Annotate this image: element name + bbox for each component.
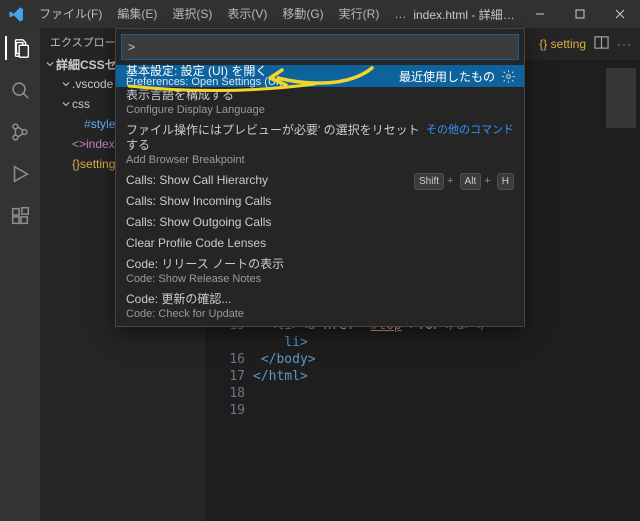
- recent-label: 最近使用したもの: [399, 68, 495, 85]
- run-debug-icon[interactable]: [8, 162, 32, 186]
- menu-run[interactable]: 実行(R): [332, 0, 387, 28]
- tab-setting-label[interactable]: {} setting: [539, 37, 586, 51]
- command-input[interactable]: [128, 35, 512, 59]
- gear-icon[interactable]: [501, 69, 516, 84]
- palette-item[interactable]: Calls: Show Incoming Calls: [116, 193, 524, 214]
- menu-edit[interactable]: 編集(E): [110, 0, 164, 28]
- activity-bar: [0, 28, 40, 521]
- explorer-icon[interactable]: [5, 36, 33, 60]
- tab-more-icon[interactable]: ···: [617, 37, 632, 51]
- menu-file[interactable]: ファイル(F): [32, 0, 109, 28]
- palette-item[interactable]: Code: リリース ノートの表示Code: Show Release Note…: [116, 256, 524, 291]
- vscode-logo-icon: [6, 4, 26, 24]
- palette-item[interactable]: 表示言語を構成するConfigure Display Language: [116, 87, 524, 122]
- palette-item[interactable]: Clear Profile Code Lenses: [116, 235, 524, 256]
- source-control-icon[interactable]: [8, 120, 32, 144]
- command-input-wrap[interactable]: [121, 34, 519, 60]
- menu-go[interactable]: 移動(G): [275, 0, 330, 28]
- minimize-button[interactable]: [520, 0, 560, 28]
- palette-item[interactable]: その他のコマンドファイル操作にはプレビューが必要' の選択をリセットするAdd …: [116, 122, 524, 172]
- palette-item[interactable]: Code: 更新の確認...Code: Check for Update: [116, 291, 524, 326]
- split-editor-icon[interactable]: [594, 35, 609, 53]
- window-title: index.html - 詳細CSSセレクター - Visual…: [413, 6, 520, 23]
- palette-item[interactable]: Shift + Alt + HCalls: Show Call Hierarch…: [116, 172, 524, 193]
- maximize-button[interactable]: [560, 0, 600, 28]
- search-icon[interactable]: [8, 78, 32, 102]
- menu-more[interactable]: …: [387, 0, 413, 28]
- palette-item[interactable]: Calls: Show Outgoing Calls: [116, 214, 524, 235]
- menu-view[interactable]: 表示(V): [220, 0, 274, 28]
- menu-select[interactable]: 選択(S): [165, 0, 219, 28]
- menu-bar: ファイル(F) 編集(E) 選択(S) 表示(V) 移動(G) 実行(R) …: [32, 0, 413, 28]
- close-button[interactable]: [600, 0, 640, 28]
- minimap[interactable]: [595, 60, 640, 521]
- command-palette: 基本設定: 設定 (UI) を開くPreferences: Open Setti…: [115, 28, 525, 327]
- extensions-icon[interactable]: [8, 204, 32, 228]
